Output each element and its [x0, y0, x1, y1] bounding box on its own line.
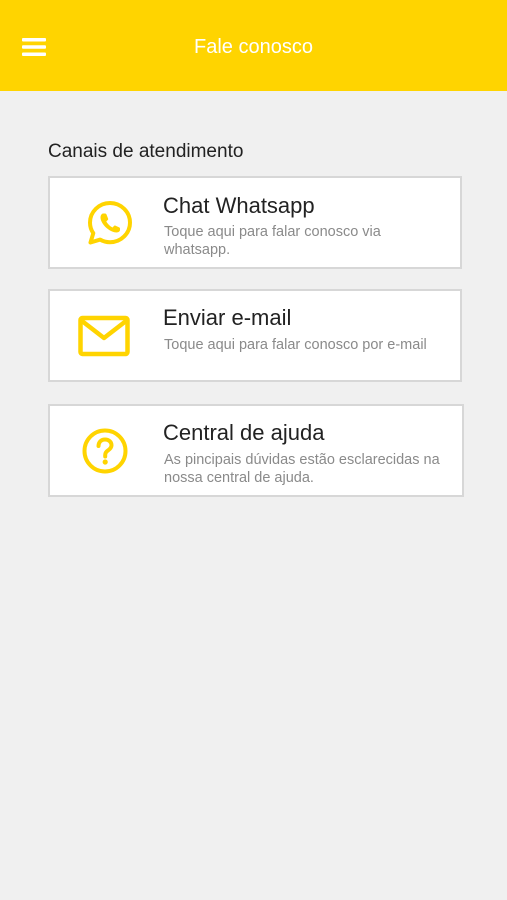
whatsapp-icon [85, 198, 135, 248]
help-question-icon [80, 426, 130, 476]
card-description: Toque aqui para falar conosco via whatsa… [164, 224, 381, 258]
page-title: Fale conosco [194, 36, 313, 58]
help-center-card[interactable]: Central de ajuda As pincipais dúvidas es… [48, 404, 464, 497]
card-title: Central de ajuda [163, 420, 325, 445]
whatsapp-chat-card[interactable]: Chat Whatsapp Toque aqui para falar cono… [48, 176, 462, 269]
send-email-card[interactable]: Enviar e-mail Toque aqui para falar cono… [48, 289, 462, 382]
card-title: Chat Whatsapp [163, 193, 315, 218]
card-description: As pincipais dúvidas estão esclarecidas … [164, 452, 440, 486]
email-icon [78, 311, 130, 361]
section-title: Canais de atendimento [48, 141, 244, 162]
card-title: Enviar e-mail [163, 305, 292, 330]
app-bar: Fale conosco [0, 0, 507, 91]
card-description: Toque aqui para falar conosco por e-mail [164, 337, 427, 353]
